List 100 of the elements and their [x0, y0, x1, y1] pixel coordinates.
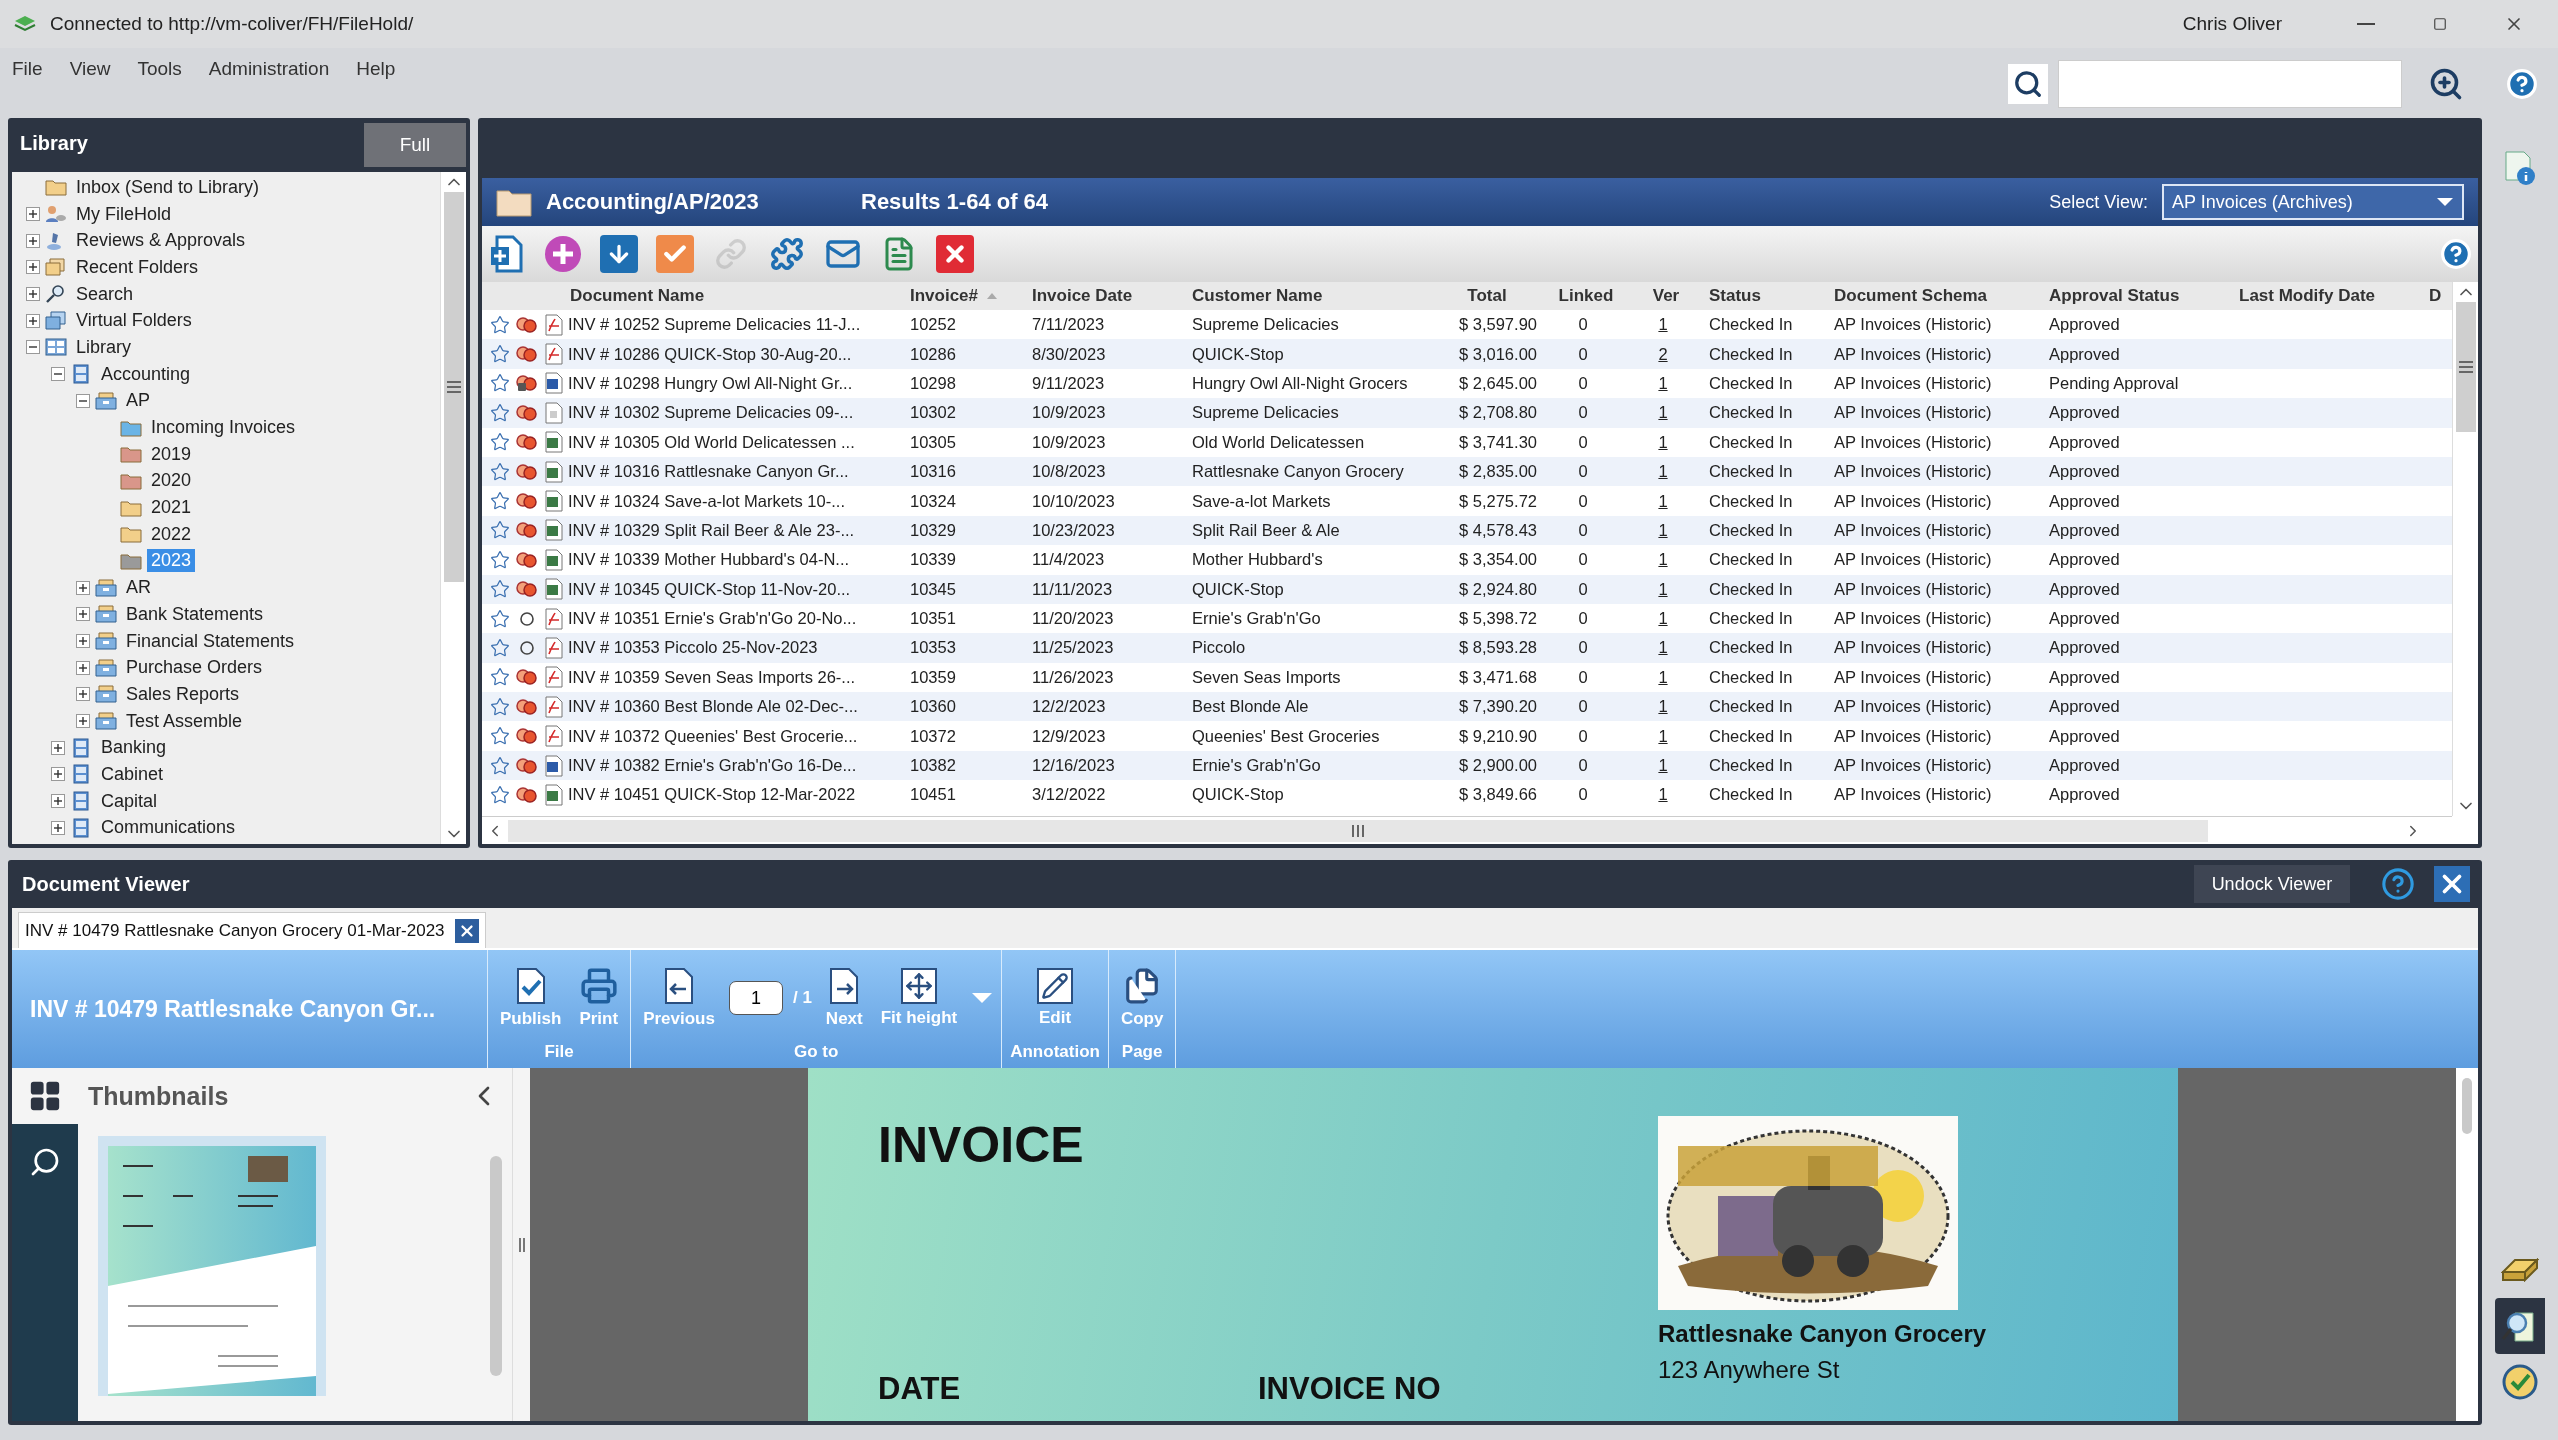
expand-icon[interactable] — [76, 660, 90, 675]
column-header[interactable]: Document Name — [564, 282, 904, 310]
version-link[interactable]: 1 — [1658, 697, 1668, 717]
collapse-icon[interactable] — [51, 367, 65, 382]
star-icon[interactable] — [490, 344, 510, 365]
check-circle-icon[interactable] — [2501, 1363, 2539, 1401]
help-icon[interactable] — [2440, 238, 2472, 270]
tree-item[interactable]: Accounting — [97, 362, 195, 386]
menu-item[interactable]: Administration — [206, 48, 341, 80]
tree-item[interactable]: Banking — [97, 736, 171, 760]
search-field[interactable] — [2058, 60, 2402, 108]
page-number-field[interactable]: 1 — [728, 981, 783, 1015]
expand-icon[interactable] — [76, 687, 90, 702]
full-button[interactable]: Full — [364, 123, 466, 167]
column-header[interactable]: Status — [1703, 282, 1828, 310]
document-tab[interactable]: INV # 10479 Rattlesnake Canyon Grocery 01-Mar-2023 — [18, 912, 486, 948]
star-icon[interactable] — [490, 784, 510, 805]
tree-item[interactable]: Library — [72, 335, 136, 359]
star-icon[interactable] — [490, 461, 510, 482]
tree-item[interactable]: Sales Reports — [122, 682, 244, 706]
tab-close-button[interactable] — [454, 918, 479, 943]
column-header[interactable]: Document Schema — [1828, 282, 2043, 310]
tree-item[interactable]: Test Assemble — [122, 709, 247, 733]
star-icon[interactable] — [490, 638, 510, 658]
grip-icon[interactable] — [1351, 824, 1365, 837]
expand-icon[interactable] — [26, 313, 40, 328]
view-dropdown[interactable]: AP Invoices (Archives) — [2162, 184, 2464, 220]
expand-icon[interactable] — [26, 233, 40, 248]
tree-item[interactable]: 2021 — [147, 496, 196, 520]
version-link[interactable]: 1 — [1658, 667, 1668, 687]
star-icon[interactable] — [490, 755, 510, 776]
zoom-search-icon[interactable] — [2428, 66, 2464, 102]
version-link[interactable]: 1 — [1658, 491, 1668, 511]
tree-item[interactable]: AR — [122, 576, 155, 600]
version-link[interactable]: 1 — [1658, 462, 1668, 482]
eraser-icon[interactable] — [2501, 1258, 2539, 1282]
star-icon[interactable] — [490, 579, 510, 600]
approve-button[interactable] — [656, 234, 694, 274]
star-icon[interactable] — [490, 696, 510, 717]
version-link[interactable]: 1 — [1658, 756, 1668, 776]
column-header[interactable]: Approval Status — [2043, 282, 2233, 310]
grip-icon[interactable] — [446, 381, 461, 393]
column-header[interactable]: Total — [1431, 282, 1543, 310]
expand-icon[interactable] — [51, 767, 65, 782]
version-link[interactable]: 1 — [1658, 432, 1668, 452]
delete-button[interactable] — [936, 234, 974, 274]
star-icon[interactable] — [490, 549, 510, 570]
document-info-icon[interactable] — [2503, 150, 2537, 186]
collapse-icon[interactable] — [26, 340, 40, 355]
version-link[interactable]: 1 — [1658, 638, 1668, 658]
tree-item[interactable]: Bank Statements — [122, 602, 268, 626]
star-icon[interactable] — [490, 432, 510, 453]
tree-item[interactable]: Incoming Invoices — [147, 416, 300, 440]
search-button[interactable] — [2008, 64, 2048, 104]
column-header[interactable]: Ver — [1623, 282, 1703, 310]
undock-button[interactable]: Undock Viewer — [2194, 865, 2350, 903]
version-link[interactable]: 1 — [1658, 785, 1668, 805]
column-header[interactable]: Customer Name — [1186, 282, 1431, 310]
help-icon[interactable] — [2506, 68, 2538, 100]
tree-item[interactable]: Financial Statements — [122, 629, 299, 653]
scrollbar[interactable] — [490, 1156, 502, 1376]
expand-icon[interactable] — [76, 580, 90, 595]
close-button[interactable] — [2434, 866, 2470, 902]
collapse-icon[interactable] — [76, 393, 90, 408]
version-link[interactable]: 1 — [1658, 550, 1668, 570]
tree-item[interactable]: Reviews & Approvals — [72, 229, 250, 253]
tree-item[interactable]: Inbox (Send to Library) — [72, 175, 264, 199]
column-header[interactable]: Linked — [1543, 282, 1623, 310]
download-button[interactable] — [600, 234, 638, 274]
version-link[interactable]: 2 — [1658, 344, 1668, 364]
add-document-button[interactable] — [488, 234, 526, 274]
tree-item[interactable]: Virtual Folders — [72, 309, 196, 333]
splitter-handle-icon[interactable] — [517, 1237, 526, 1252]
version-link[interactable]: 1 — [1658, 726, 1668, 746]
scrollbar[interactable] — [2452, 282, 2478, 816]
menu-item[interactable]: File — [10, 48, 54, 80]
expand-icon[interactable] — [26, 287, 40, 302]
expand-icon[interactable] — [51, 794, 65, 809]
horizontal-scrollbar[interactable] — [482, 816, 2452, 844]
tree-item[interactable]: Purchase Orders — [122, 656, 267, 680]
column-header[interactable]: Invoice# — [904, 282, 1026, 310]
menu-item[interactable]: Help — [354, 48, 407, 80]
version-link[interactable]: 1 — [1658, 609, 1668, 629]
version-link[interactable]: 1 — [1658, 373, 1668, 393]
star-icon[interactable] — [490, 667, 510, 688]
help-button[interactable] — [2380, 866, 2416, 902]
tree-item[interactable]: Communications — [97, 816, 240, 840]
menu-item[interactable]: Tools — [135, 48, 193, 80]
expand-icon[interactable] — [76, 607, 90, 622]
page-thumbnail[interactable] — [98, 1136, 326, 1396]
column-header[interactable]: Last Modify Date — [2233, 282, 2423, 310]
star-icon[interactable] — [490, 314, 510, 335]
star-icon[interactable] — [490, 520, 510, 541]
expand-icon[interactable] — [51, 740, 65, 755]
version-link[interactable]: 1 — [1658, 579, 1668, 599]
tree-item[interactable]: AP — [122, 389, 154, 413]
scrollbar[interactable] — [440, 172, 466, 844]
menu-item[interactable]: View — [67, 48, 122, 80]
grip-icon[interactable] — [2458, 361, 2473, 373]
star-icon[interactable] — [490, 373, 510, 394]
